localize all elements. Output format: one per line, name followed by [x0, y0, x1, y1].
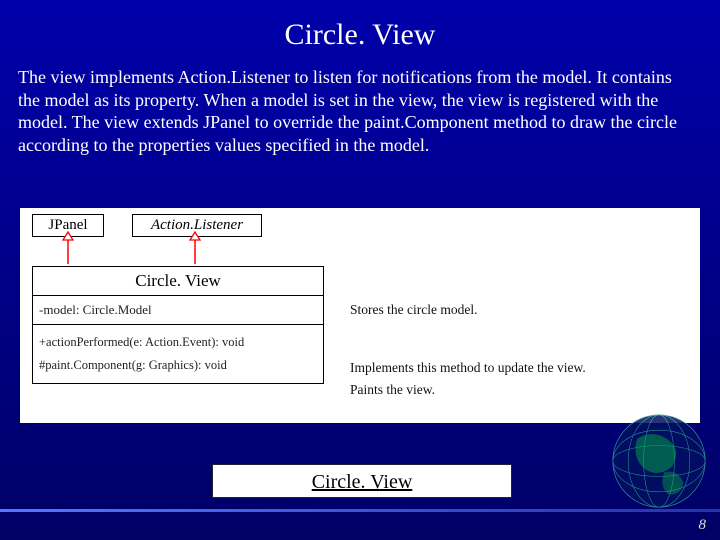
uml-note-paint: Paints the view.	[350, 382, 435, 398]
globe-decoration	[604, 406, 714, 516]
page-number: 8	[699, 517, 707, 534]
uml-operations: +actionPerformed(e: Action.Event): void …	[33, 325, 323, 383]
slide-body: The view implements Action.Listener to l…	[0, 52, 720, 156]
uml-note-model: Stores the circle model.	[350, 302, 477, 318]
uml-diagram: JPanel Action.Listener Circle. View -mod…	[20, 208, 700, 423]
inheritance-arrows	[20, 208, 320, 268]
slide-title: Circle. View	[0, 0, 720, 52]
circleview-link-button[interactable]: Circle. View	[212, 464, 512, 498]
uml-attribute: -model: Circle.Model	[33, 296, 323, 325]
uml-note-update: Implements this method to update the vie…	[350, 360, 586, 376]
body-text: The view implements Action.Listener to l…	[18, 67, 677, 155]
footer-divider	[0, 509, 720, 512]
uml-op-paintcomponent: #paint.Component(g: Graphics): void	[39, 354, 317, 377]
uml-class-name: Circle. View	[33, 267, 323, 296]
uml-circleview-box: Circle. View -model: Circle.Model +actio…	[32, 266, 324, 384]
uml-op-actionperformed: +actionPerformed(e: Action.Event): void	[39, 331, 317, 354]
